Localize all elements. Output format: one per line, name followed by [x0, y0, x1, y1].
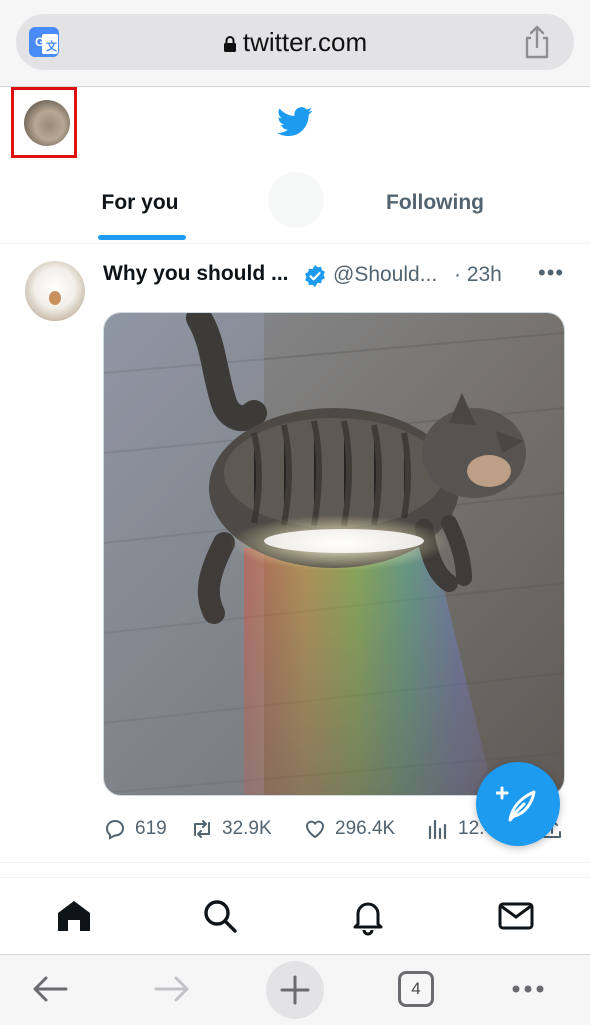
reply-count: 619	[135, 818, 167, 839]
tweet-author-avatar[interactable]	[25, 261, 85, 321]
twitter-bottom-nav	[0, 877, 590, 954]
retweet-button[interactable]: 32.9K	[190, 814, 272, 844]
cat-rainbow-photo	[104, 313, 564, 795]
avatar-highlight-box	[11, 87, 77, 158]
more-options-icon[interactable]: •••	[538, 260, 564, 286]
verified-badge-icon	[305, 265, 325, 287]
active-tab-indicator	[98, 235, 186, 240]
twitter-bird-icon[interactable]	[277, 107, 313, 137]
tweet-author-name[interactable]: Why you should ...	[103, 262, 289, 286]
tab-for-you[interactable]: For you	[60, 163, 220, 243]
messages-icon[interactable]	[496, 896, 536, 936]
back-arrow-icon[interactable]	[30, 969, 70, 1009]
compose-tweet-button[interactable]	[476, 762, 560, 846]
retweet-icon	[194, 820, 210, 838]
address-bar[interactable]: G 文 twitter.com	[16, 14, 574, 70]
tweet-timestamp[interactable]: · 23h	[454, 263, 502, 287]
like-count: 296.4K	[335, 818, 396, 839]
like-button[interactable]: 296.4K	[303, 814, 395, 844]
reply-icon	[105, 819, 125, 840]
lock-icon	[223, 36, 236, 52]
tab-touch-highlight	[268, 172, 324, 228]
url-text[interactable]: twitter.com	[16, 27, 574, 58]
search-icon[interactable]	[200, 896, 240, 936]
more-menu-icon[interactable]	[508, 969, 548, 1009]
compose-feather-icon	[496, 786, 536, 822]
browser-top-bar: G 文 twitter.com	[0, 0, 590, 87]
heart-icon	[305, 820, 325, 838]
plus-icon	[280, 975, 310, 1005]
notifications-icon[interactable]	[348, 896, 388, 936]
tweet-author-handle[interactable]: @Should...	[333, 263, 437, 287]
browser-bottom-bar: 4	[0, 954, 590, 1025]
new-tab-button[interactable]	[266, 961, 324, 1019]
share-icon[interactable]	[522, 25, 552, 59]
views-icon	[428, 819, 447, 840]
url-label: twitter.com	[242, 27, 368, 57]
forward-arrow-icon[interactable]	[152, 969, 192, 1009]
tab-following[interactable]: Following	[355, 163, 515, 243]
tweet-media-image[interactable]	[103, 312, 565, 796]
tabs-button[interactable]: 4	[398, 971, 434, 1007]
retweet-count: 32.9K	[222, 818, 272, 839]
reply-button[interactable]: 619	[103, 814, 167, 844]
home-icon[interactable]	[54, 896, 94, 936]
